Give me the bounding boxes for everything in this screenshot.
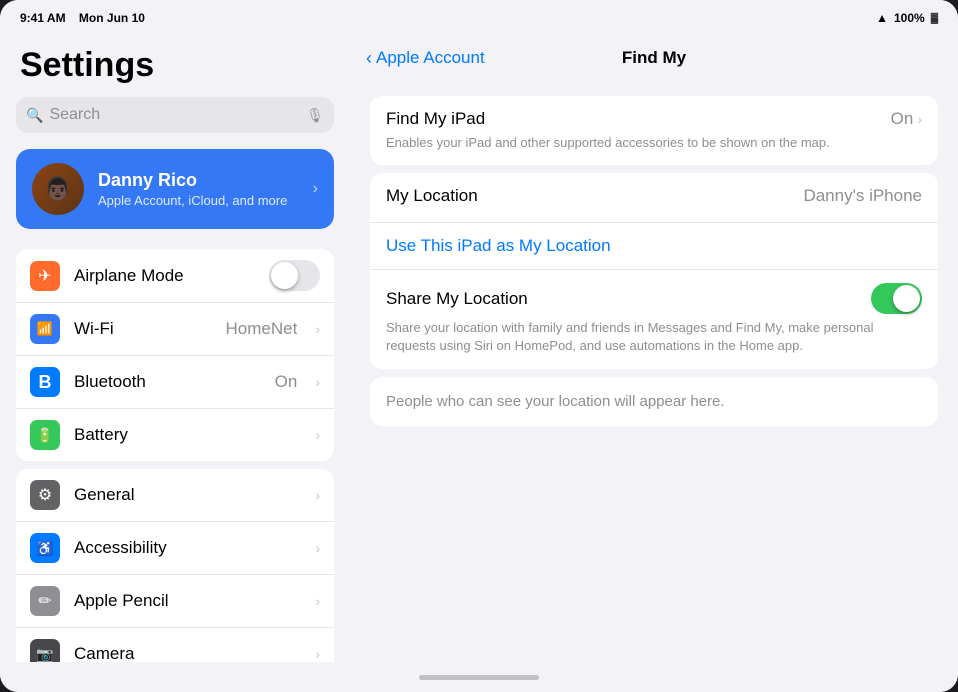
back-chevron-icon: ‹ xyxy=(366,48,372,69)
sidebar-item-bluetooth[interactable]: B Bluetooth On › xyxy=(16,356,334,409)
sidebar: Settings 🔍 Search 🎙 👨🏿 Danny Rico Apple … xyxy=(0,36,350,662)
search-placeholder: Search xyxy=(49,106,300,124)
people-group: People who can see your location will ap… xyxy=(370,377,938,426)
home-indicator xyxy=(0,662,958,692)
sidebar-item-accessibility[interactable]: ♿ Accessibility › xyxy=(16,522,334,575)
bluetooth-icon: B xyxy=(30,367,60,397)
user-card[interactable]: 👨🏿 Danny Rico Apple Account, iCloud, and… xyxy=(16,149,334,229)
microphone-icon: 🎙 xyxy=(306,107,324,124)
airplane-toggle[interactable] xyxy=(269,260,320,291)
find-my-ipad-subtitle: Enables your iPad and other supported ac… xyxy=(386,134,922,152)
share-location-item: Share My Location Share your location wi… xyxy=(370,270,938,368)
my-location-value: Danny's iPhone xyxy=(803,186,922,206)
share-location-toggle[interactable] xyxy=(871,283,922,314)
general-icon: ⚙ xyxy=(30,480,60,510)
my-location-row: My Location Danny's iPhone xyxy=(386,186,922,206)
share-location-toggle-knob xyxy=(893,285,920,312)
search-bar[interactable]: 🔍 Search 🎙 xyxy=(16,97,334,133)
airplane-label: Airplane Mode xyxy=(74,266,255,286)
camera-label: Camera xyxy=(74,644,301,662)
status-time: 9:41 AM Mon Jun 10 xyxy=(20,11,145,25)
apple-pencil-chevron-icon: › xyxy=(315,593,320,609)
sidebar-item-wifi[interactable]: 📶 Wi-Fi HomeNet › xyxy=(16,303,334,356)
wifi-label: Wi-Fi xyxy=(74,319,212,339)
right-panel: ‹ Apple Account Find My Find My iPad On … xyxy=(350,36,958,662)
user-info: Danny Rico Apple Account, iCloud, and mo… xyxy=(98,170,299,208)
share-location-row: Share My Location xyxy=(386,283,922,314)
find-my-ipad-group: Find My iPad On › Enables your iPad and … xyxy=(370,96,938,165)
battery-chevron-icon: › xyxy=(315,427,320,443)
page-title: Find My xyxy=(622,48,686,68)
general-label: General xyxy=(74,485,301,505)
right-panel-content: Find My iPad On › Enables your iPad and … xyxy=(350,80,958,450)
wifi-value: HomeNet xyxy=(226,319,298,339)
user-name: Danny Rico xyxy=(98,170,299,191)
ipad-screen: 9:41 AM Mon Jun 10 ▲ 100% ▓ Settings 🔍 S… xyxy=(0,0,958,692)
camera-chevron-icon: › xyxy=(315,646,320,662)
airplane-icon: ✈ xyxy=(30,261,60,291)
accessibility-label: Accessibility xyxy=(74,538,301,558)
back-button[interactable]: ‹ Apple Account xyxy=(366,48,485,69)
wifi-chevron-icon: › xyxy=(315,321,320,337)
camera-icon: 📷 xyxy=(30,639,60,662)
search-icon: 🔍 xyxy=(26,107,43,124)
find-my-ipad-value: On › xyxy=(891,109,922,129)
my-location-item[interactable]: My Location Danny's iPhone xyxy=(370,173,938,223)
my-location-label: My Location xyxy=(386,186,478,206)
battery-label: Battery xyxy=(74,425,301,445)
general-chevron-icon: › xyxy=(315,487,320,503)
status-indicators: ▲ 100% ▓ xyxy=(876,11,938,25)
battery-bar-icon: ▓ xyxy=(931,13,938,24)
settings-group-connectivity: ✈ Airplane Mode 📶 Wi-Fi HomeNet › B Blue xyxy=(16,249,334,461)
find-my-ipad-item[interactable]: Find My iPad On › Enables your iPad and … xyxy=(370,96,938,165)
battery-settings-icon: 🔋 xyxy=(30,420,60,450)
sidebar-item-camera[interactable]: 📷 Camera › xyxy=(16,628,334,662)
accessibility-chevron-icon: › xyxy=(315,540,320,556)
use-ipad-location-link[interactable]: Use This iPad as My Location xyxy=(370,223,938,270)
back-label: Apple Account xyxy=(376,48,485,68)
share-location-label: Share My Location xyxy=(386,289,528,309)
sidebar-item-airplane-mode[interactable]: ✈ Airplane Mode xyxy=(16,249,334,303)
right-panel-header: ‹ Apple Account Find My xyxy=(350,36,958,80)
sidebar-title: Settings xyxy=(0,36,350,97)
find-my-ipad-row: Find My iPad On › xyxy=(386,109,922,129)
settings-group-general: ⚙ General › ♿ Accessibility › ✏ Apple Pe… xyxy=(16,469,334,662)
bluetooth-value: On xyxy=(275,372,298,392)
main-content: Settings 🔍 Search 🎙 👨🏿 Danny Rico Apple … xyxy=(0,36,958,662)
user-subtitle: Apple Account, iCloud, and more xyxy=(98,193,299,208)
home-bar xyxy=(419,675,539,680)
apple-pencil-icon: ✏ xyxy=(30,586,60,616)
sidebar-item-apple-pencil[interactable]: ✏ Apple Pencil › xyxy=(16,575,334,628)
people-placeholder-text: People who can see your location will ap… xyxy=(370,377,938,426)
location-group: My Location Danny's iPhone Use This iPad… xyxy=(370,173,938,368)
avatar: 👨🏿 xyxy=(32,163,84,215)
bluetooth-label: Bluetooth xyxy=(74,372,261,392)
share-location-subtitle: Share your location with family and frie… xyxy=(386,319,922,355)
find-my-ipad-label: Find My iPad xyxy=(386,109,485,129)
toggle-knob xyxy=(271,262,298,289)
status-bar: 9:41 AM Mon Jun 10 ▲ 100% ▓ xyxy=(0,0,958,36)
sidebar-item-battery[interactable]: 🔋 Battery › xyxy=(16,409,334,461)
sidebar-item-general[interactable]: ⚙ General › xyxy=(16,469,334,522)
wifi-icon: ▲ xyxy=(876,11,888,25)
apple-pencil-label: Apple Pencil xyxy=(74,591,301,611)
user-chevron-icon: › xyxy=(313,180,318,198)
accessibility-icon: ♿ xyxy=(30,533,60,563)
battery-icon: 100% xyxy=(894,11,925,25)
bluetooth-chevron-icon: › xyxy=(315,374,320,390)
find-my-ipad-chevron-icon: › xyxy=(917,111,922,127)
wifi-settings-icon: 📶 xyxy=(30,314,60,344)
